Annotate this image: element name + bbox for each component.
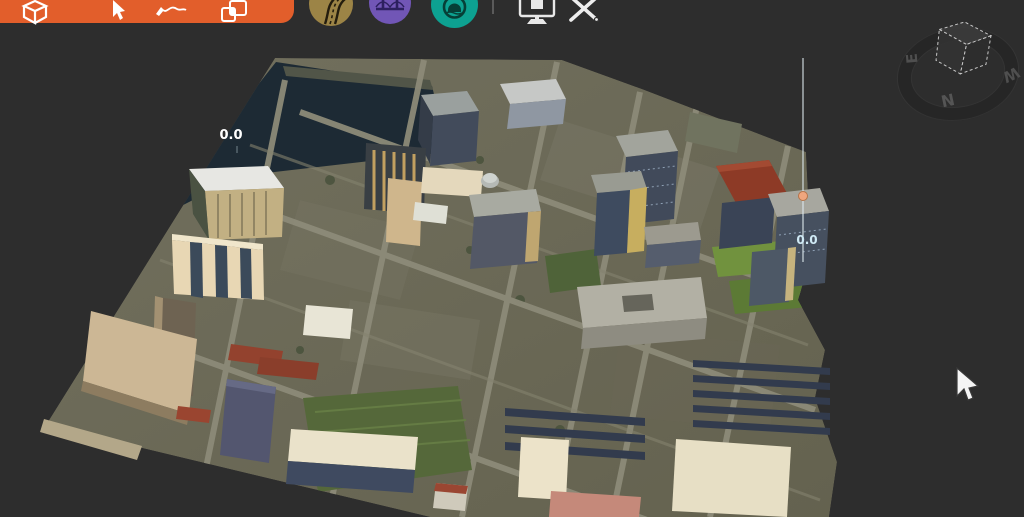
copy-icon xyxy=(221,0,247,22)
view-compass[interactable]: E W N xyxy=(890,18,1024,130)
building xyxy=(172,234,264,300)
building xyxy=(577,277,707,349)
display-button[interactable] xyxy=(517,0,559,27)
monitor-icon xyxy=(518,0,556,24)
building xyxy=(749,247,796,306)
building xyxy=(189,166,284,240)
model-box-button[interactable] xyxy=(20,0,50,26)
elevation-label-2: 0.0 xyxy=(796,233,817,247)
building xyxy=(303,305,353,339)
building xyxy=(672,439,791,517)
cursor-arrow-icon xyxy=(956,366,980,401)
elevation-label-1: 0.0 xyxy=(219,128,242,143)
utilities-button[interactable] xyxy=(565,0,605,24)
building xyxy=(518,437,569,500)
building xyxy=(220,379,276,463)
pen-icon xyxy=(156,6,187,16)
compass-north-label: N xyxy=(939,90,956,111)
elevation-handle[interactable] xyxy=(798,191,808,201)
building xyxy=(644,222,701,268)
building xyxy=(433,483,468,511)
building xyxy=(469,189,541,269)
mouse-cursor xyxy=(950,364,980,404)
draw-button[interactable] xyxy=(150,0,190,20)
pointer-icon xyxy=(113,0,125,20)
crossed-tools-icon xyxy=(569,0,600,23)
compass-east-label: E xyxy=(903,53,922,65)
toolbar-divider xyxy=(492,0,494,14)
main-toolbar xyxy=(0,0,294,26)
duplicate-button[interactable] xyxy=(218,0,254,23)
select-button[interactable] xyxy=(104,0,130,21)
view-cube-icon[interactable] xyxy=(934,19,993,78)
building xyxy=(421,167,483,197)
building xyxy=(591,171,647,256)
cube-icon xyxy=(21,0,49,25)
building xyxy=(286,429,418,493)
building xyxy=(418,91,479,166)
viewport-3d[interactable]: 0.0 0.0 E W N xyxy=(0,0,1024,517)
